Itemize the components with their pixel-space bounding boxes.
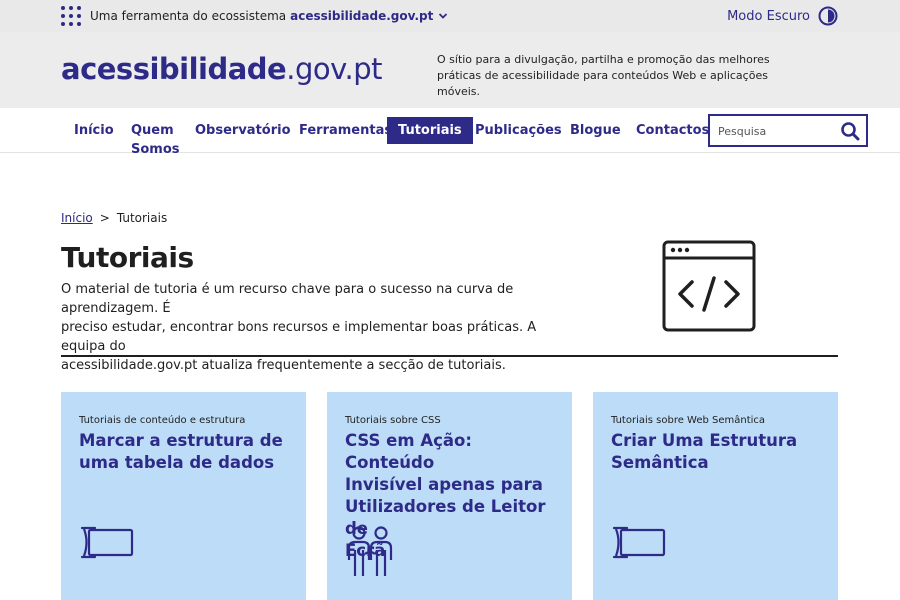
card-title-line: Semântica (611, 453, 709, 472)
ecosystem-link[interactable]: acessibilidade.gov.pt (290, 9, 433, 23)
intro-paragraph: O material de tutoria é um recurso chave… (61, 280, 581, 375)
logo-domain: .gov.pt (286, 52, 383, 86)
card-title-line: Criar Uma Estrutura (611, 431, 798, 450)
chevron-down-icon (439, 13, 448, 19)
breadcrumb-home-link[interactable]: Início (61, 211, 93, 225)
card-title-line: uma tabela de dados (79, 453, 275, 472)
intro-line: acessibilidade.gov.pt atualiza frequente… (61, 358, 506, 373)
logo-bold: acessibilidade (61, 52, 287, 86)
code-window-icon (662, 240, 756, 332)
section-divider (61, 355, 838, 357)
tutorial-card[interactable]: Tutoriais sobre CSS CSS em Ação: Conteúd… (327, 392, 572, 600)
nav-item-blogue[interactable]: Blogue (570, 122, 621, 140)
contrast-icon (818, 6, 838, 26)
people-icon (347, 526, 393, 576)
card-title-line: CSS em Ação: Conteúdo (345, 431, 472, 472)
nav-item-tutoriais[interactable]: Tutoriais (387, 117, 473, 144)
card-title[interactable]: Criar Uma Estrutura Semântica (611, 430, 826, 474)
dark-mode-toggle[interactable]: Modo Escuro (727, 5, 838, 27)
search-icon[interactable] (840, 121, 860, 141)
site-tagline: O sítio para a divulgação, partilha e pr… (437, 53, 770, 98)
page-title: Tutoriais (61, 241, 194, 274)
tutorial-card[interactable]: Tutoriais de conteúdo e estrutura Marcar… (61, 392, 306, 600)
search-input[interactable] (718, 122, 833, 140)
site-header: acessibilidade.gov.pt O sítio para a div… (0, 32, 900, 108)
breadcrumb-separator: > (99, 211, 110, 225)
ecosystem-bar: Uma ferramenta do ecossistema acessibili… (0, 0, 900, 32)
table-icon (80, 526, 134, 559)
card-title-line: Marcar a estrutura de (79, 431, 283, 450)
ecosystem-text: Uma ferramenta do ecossistema (90, 9, 287, 23)
app-grid-icon (61, 6, 81, 26)
breadcrumb: Início > Tutoriais (61, 211, 167, 225)
nav-item-inicio[interactable]: Início (74, 122, 114, 140)
nav-item-publicacoes[interactable]: Publicações (475, 122, 562, 140)
nav-item-ferramentas[interactable]: Ferramentas (299, 122, 392, 140)
tutorial-card[interactable]: Tutoriais sobre Web Semântica Criar Uma … (593, 392, 838, 600)
card-category: Tutoriais sobre CSS (345, 415, 441, 426)
card-title[interactable]: Marcar a estrutura de uma tabela de dado… (79, 430, 294, 474)
dark-mode-label: Modo Escuro (727, 8, 810, 24)
intro-line: preciso estudar, encontrar bons recursos… (61, 320, 537, 354)
nav-item-quem-somos-line2[interactable]: Somos (131, 141, 180, 159)
search-box (708, 114, 868, 147)
ecosystem-menu-button[interactable]: Uma ferramenta do ecossistema acessibili… (61, 5, 448, 27)
card-category: Tutoriais sobre Web Semântica (611, 415, 766, 426)
nav-item-observatorio[interactable]: Observatório (195, 122, 291, 140)
breadcrumb-current: Tutoriais (116, 211, 168, 225)
table-icon (612, 526, 666, 559)
card-title-line: Invisível apenas para (345, 475, 543, 494)
site-logo[interactable]: acessibilidade.gov.pt (61, 52, 383, 86)
card-category: Tutoriais de conteúdo e estrutura (79, 415, 246, 426)
nav-item-contactos[interactable]: Contactos (636, 122, 709, 140)
nav-item-quem-somos-line1[interactable]: Quem (131, 122, 174, 140)
main-navigation: Início Quem Somos Observatório Ferrament… (0, 108, 900, 157)
intro-line: O material de tutoria é um recurso chave… (61, 282, 514, 316)
